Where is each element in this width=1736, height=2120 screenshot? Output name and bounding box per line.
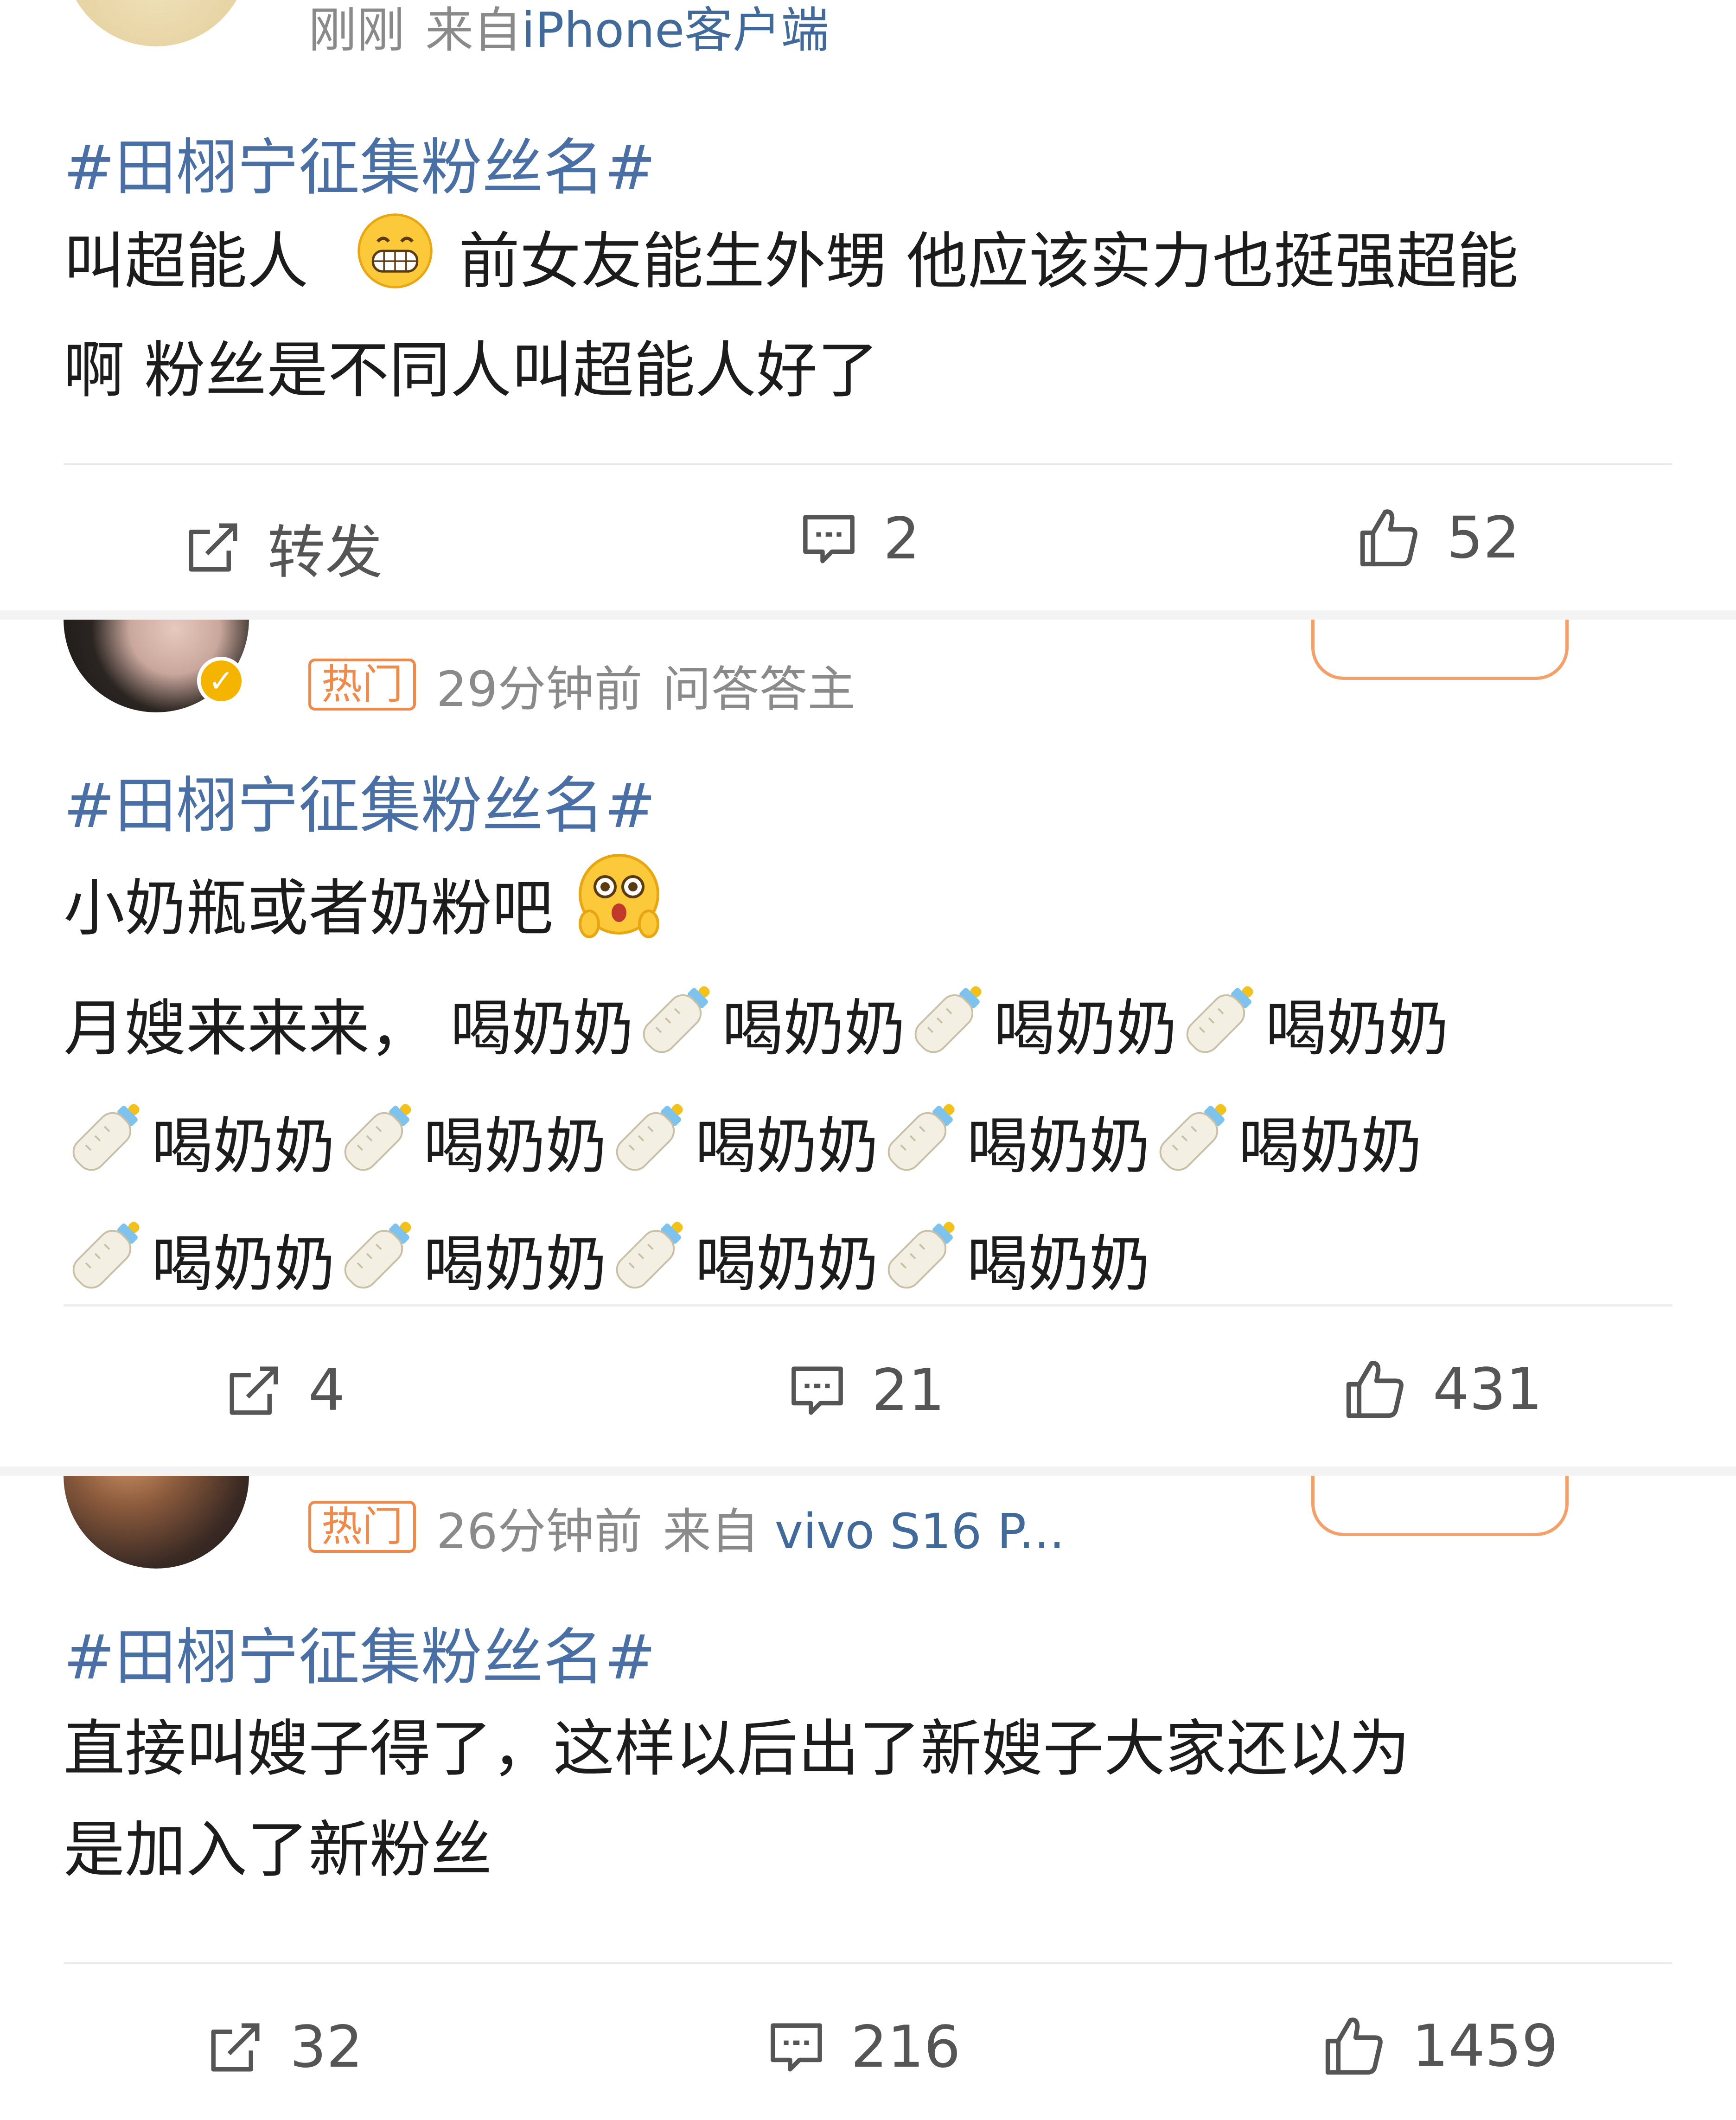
follow-button[interactable] <box>1311 620 1569 680</box>
post-separator <box>0 1467 1736 1476</box>
text-line: 叫超能人 <box>64 226 308 297</box>
chant-word: 喝奶奶 <box>721 993 906 1065</box>
thumbs-up-icon <box>1346 1361 1404 1418</box>
post-time: 刚刚 <box>308 1 405 58</box>
baby-bottle-emoji <box>607 1092 695 1210</box>
chant-line: 喝奶奶 喝奶奶 喝奶奶 喝奶奶 喝奶奶 <box>64 1092 1672 1210</box>
post-text: 叫超能人 前女友能生外甥 他应该实力也挺强超能 啊 粉丝是不同人叫超能人好了 <box>64 211 1672 421</box>
comment-button[interactable]: 2 <box>798 506 920 572</box>
chant-word: 喝奶奶 <box>1238 1111 1422 1183</box>
post-meta: 热门 26分钟前 来自 vivo S16 P... <box>308 1490 1065 1564</box>
baby-bottle-emoji <box>64 1092 152 1210</box>
chant-line: 喝奶奶 喝奶奶 喝奶奶 喝奶奶 <box>64 1210 1672 1327</box>
weibo-feed: 刚刚 来自iPhone客户端 #田栩宁征集粉丝名# 叫超能人 前女友能生外甥 他… <box>0 0 1736 2120</box>
post-text: 小奶瓶或者奶粉吧 月嫂来来来， 喝奶奶 喝奶奶 喝奶奶 喝奶奶 喝奶奶 喝奶奶 … <box>64 852 1672 1327</box>
post-time: 26分钟前 <box>436 1503 643 1560</box>
chant-word: 喝奶奶 <box>450 993 634 1065</box>
chant-word: 喝奶奶 <box>967 1229 1150 1300</box>
source-name[interactable]: iPhone客户端 <box>522 2 829 58</box>
follow-button[interactable] <box>1311 1476 1569 1536</box>
baby-bottle-emoji <box>879 1092 967 1210</box>
baby-bottle-emoji <box>879 1210 967 1327</box>
comment-button[interactable]: 21 <box>786 1357 945 1424</box>
thumbs-up-icon <box>1325 2018 1383 2075</box>
post-source: 问答答主 <box>663 660 856 717</box>
baby-bottle-emoji <box>1150 1092 1238 1210</box>
grinning-emoji <box>356 211 434 320</box>
topic-link[interactable]: #田栩宁征集粉丝名# <box>64 756 656 845</box>
baby-bottle-emoji <box>64 1210 152 1327</box>
post-time: 29分钟前 <box>436 660 643 717</box>
post-2: ✓ 热门 29分钟前 问答答主 #田栩宁征集粉丝名# 小奶瓶或者奶粉吧 月嫂来来… <box>0 620 1736 1467</box>
share-edit-icon <box>189 523 237 571</box>
hot-badge: 热门 <box>308 658 416 711</box>
baby-bottle-emoji <box>335 1092 423 1210</box>
like-button[interactable]: 1459 <box>1319 2011 1558 2081</box>
chant-word: 喝奶奶 <box>1265 993 1449 1065</box>
post-meta: 热门 29分钟前 问答答主 <box>308 647 855 722</box>
baby-bottle-emoji <box>1177 974 1265 1092</box>
baby-bottle-emoji <box>634 974 722 1092</box>
avatar[interactable] <box>64 1476 249 1569</box>
text-line: 啊 粉丝是不同人叫超能人好了 <box>64 334 879 406</box>
like-count: 52 <box>1447 505 1520 571</box>
text-line: 前女友能生外甥 他应该实力也挺强超能 <box>458 226 1519 297</box>
chant-word: 喝奶奶 <box>152 1229 335 1300</box>
post-separator <box>0 610 1736 620</box>
baby-bottle-emoji <box>906 974 994 1092</box>
post-text: 直接叫嫂子得了，这样以后出了新嫂子大家还以为 是加入了新粉丝 <box>64 1698 1672 1901</box>
source-name[interactable]: vivo S16 P... <box>774 1503 1065 1560</box>
topic-link[interactable]: #田栩宁征集粉丝名# <box>64 1608 656 1697</box>
verified-badge-icon: ✓ <box>197 657 245 705</box>
share-edit-icon <box>230 1366 278 1415</box>
like-count: 1459 <box>1412 2013 1558 2080</box>
divider <box>64 1304 1672 1307</box>
comment-count: 216 <box>851 2014 961 2081</box>
bottle-chant: 月嫂来来来， 喝奶奶 喝奶奶 喝奶奶 喝奶奶 喝奶奶 喝奶奶 喝奶奶 喝奶奶 喝奶奶 喝奶奶 喝奶奶… <box>64 974 1672 1327</box>
post-3: 热门 26分钟前 来自 vivo S16 P... #田栩宁征集粉丝名# 直接叫… <box>0 1476 1736 2120</box>
text-line: 是加入了新粉丝 <box>64 1814 492 1886</box>
source-prefix: 来自 <box>663 1503 760 1560</box>
repost-button[interactable]: 转发 <box>182 506 383 589</box>
baby-bottle-emoji <box>607 1210 695 1327</box>
avatar[interactable] <box>64 0 249 46</box>
comment-count: 21 <box>872 1357 945 1424</box>
text-line: 直接叫嫂子得了，这样以后出了新嫂子大家还以为 <box>64 1713 1410 1785</box>
repost-button[interactable]: 32 <box>204 2014 363 2081</box>
chant-word: 喝奶奶 <box>423 1111 607 1183</box>
repost-count: 32 <box>290 2014 363 2081</box>
divider <box>64 1962 1672 1964</box>
source-prefix: 来自 <box>425 1 522 58</box>
text-line: 小奶瓶或者奶粉吧 <box>64 873 553 945</box>
share-edit-icon <box>211 2023 260 2071</box>
chant-word: 喝奶奶 <box>152 1111 335 1183</box>
chant-word: 喝奶奶 <box>423 1229 607 1300</box>
comment-count: 2 <box>883 506 920 572</box>
chant-word: 喝奶奶 <box>695 1111 879 1183</box>
baby-bottle-emoji <box>335 1210 423 1327</box>
surprised-emoji <box>573 852 665 974</box>
repost-button[interactable]: 4 <box>223 1357 345 1424</box>
like-count: 431 <box>1433 1356 1543 1423</box>
comment-icon <box>771 2023 822 2071</box>
repost-label: 转发 <box>268 519 383 586</box>
like-button[interactable]: 431 <box>1340 1355 1543 1424</box>
post-1: 刚刚 来自iPhone客户端 #田栩宁征集粉丝名# 叫超能人 前女友能生外甥 他… <box>0 0 1736 610</box>
topic-link[interactable]: #田栩宁征集粉丝名# <box>64 118 656 207</box>
text-line-prefix: 月嫂来来来， <box>64 993 431 1065</box>
post-meta: 刚刚 来自iPhone客户端 <box>308 0 829 58</box>
comment-button[interactable]: 216 <box>765 2014 961 2081</box>
comment-icon <box>791 1366 843 1415</box>
repost-count: 4 <box>308 1357 345 1424</box>
hot-badge: 热门 <box>308 1500 416 1553</box>
chant-word: 喝奶奶 <box>967 1111 1150 1183</box>
chant-word: 喝奶奶 <box>695 1229 879 1300</box>
chant-word: 喝奶奶 <box>993 993 1177 1065</box>
divider <box>64 463 1672 465</box>
thumbs-up-icon <box>1360 509 1417 567</box>
like-button[interactable]: 52 <box>1354 503 1520 573</box>
comment-icon <box>803 515 855 563</box>
